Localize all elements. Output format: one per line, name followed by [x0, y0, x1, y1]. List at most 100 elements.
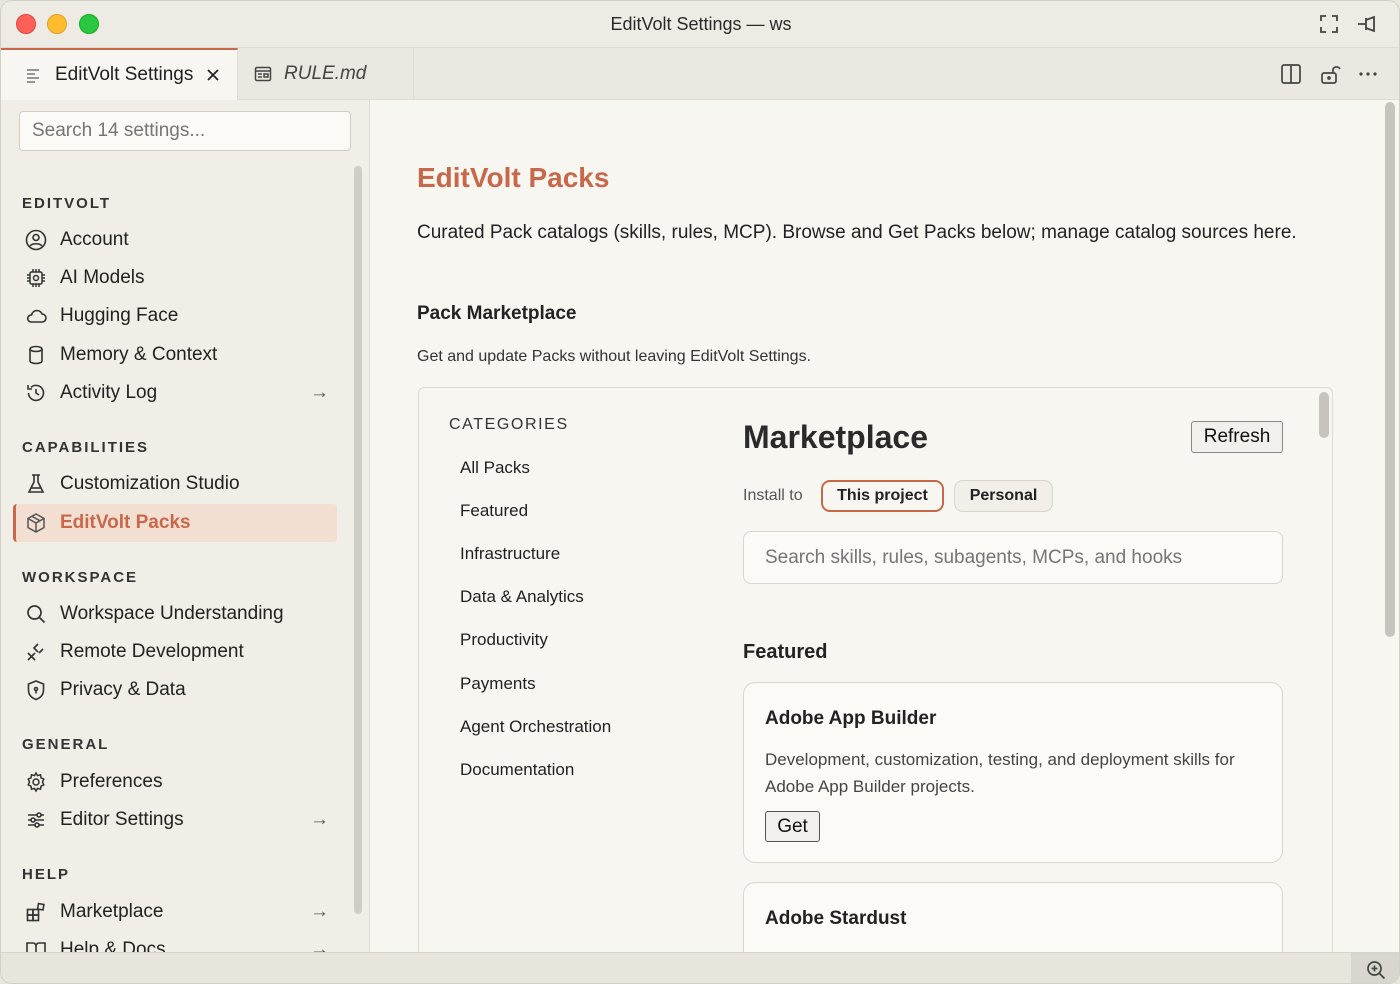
panel-scrollbar[interactable]: [1319, 392, 1329, 438]
close-icon[interactable]: [205, 67, 221, 83]
settings-sidebar: EDITVOLT Account AI Models Hugging Face …: [1, 100, 370, 952]
sidebar-item-label: Memory & Context: [60, 344, 218, 365]
section-description: Get and update Packs without leaving Edi…: [417, 348, 812, 365]
category-item[interactable]: Documentation: [460, 760, 574, 780]
section-heading-capabilities: CAPABILITIES: [22, 439, 150, 456]
sidebar-item-remote-development[interactable]: Remote Development: [13, 633, 337, 671]
install-to-label: Install to: [743, 487, 803, 504]
sidebar-item-label: Activity Log: [60, 382, 158, 403]
category-item[interactable]: Productivity: [460, 630, 548, 650]
sidebar-item-label: Preferences: [60, 771, 163, 792]
external-arrow-icon: →: [310, 901, 329, 922]
sidebar-item-memory[interactable]: Memory & Context: [13, 336, 337, 374]
pack-card: Adobe App Builder Development, customiza…: [743, 682, 1283, 863]
status-bar: [1, 952, 1399, 983]
install-this-project-button[interactable]: This project: [821, 480, 944, 512]
section-title: Pack Marketplace: [417, 303, 577, 324]
sidebar-item-label: Account: [60, 229, 129, 250]
sidebar-item-hugging-face[interactable]: Hugging Face: [13, 297, 337, 335]
chip-icon: [27, 269, 45, 287]
tab-editvolt-settings[interactable]: EditVolt Settings: [1, 48, 238, 100]
sidebar-item-label: EditVolt Packs: [60, 512, 191, 533]
pack-title: Adobe App Builder: [765, 708, 937, 729]
section-heading-help: HELP: [22, 866, 71, 883]
pack-description: Development, customization, testing, and…: [765, 750, 1235, 796]
sidebar-item-label: Customization Studio: [60, 473, 240, 494]
gear-icon: [27, 771, 45, 793]
tab-label: RULE.md: [284, 63, 367, 84]
page-title: EditVolt Packs: [417, 162, 610, 193]
sidebar-item-label: Privacy & Data: [60, 679, 186, 700]
sidebar-item-label: AI Models: [60, 267, 145, 288]
database-icon: [29, 345, 43, 365]
category-item[interactable]: Agent Orchestration: [460, 717, 611, 737]
sidebar-item-activity-log[interactable]: Activity Log →: [13, 374, 337, 412]
external-arrow-icon: →: [310, 939, 329, 952]
search-icon: [27, 605, 46, 624]
zoom-button[interactable]: [1351, 953, 1399, 983]
sidebar-scrollbar[interactable]: [354, 166, 362, 914]
tab-label: EditVolt Settings: [55, 64, 194, 85]
sidebar-item-label: Workspace Understanding: [60, 603, 284, 624]
sidebar-item-label: Remote Development: [60, 641, 244, 662]
featured-heading: Featured: [743, 641, 828, 663]
history-icon: [27, 384, 45, 402]
sidebar-item-label: Hugging Face: [60, 305, 179, 326]
category-item[interactable]: Data & Analytics: [460, 587, 584, 607]
main-content: EditVolt Packs Curated Pack catalogs (sk…: [371, 100, 1383, 952]
title-bar: EditVolt Settings — ws: [1, 1, 1399, 48]
refresh-button[interactable]: Refresh: [1191, 421, 1283, 453]
more-actions-icon[interactable]: [1356, 62, 1380, 86]
tab-bar: EditVolt Settings RULE.md: [1, 48, 1399, 100]
preview-icon: [254, 66, 272, 82]
sidebar-item-customization-studio[interactable]: Customization Studio: [13, 465, 337, 503]
sidebar-item-editor-settings[interactable]: Editor Settings →: [13, 801, 337, 839]
category-item[interactable]: All Packs: [460, 458, 530, 478]
pack-title: Adobe Stardust: [765, 908, 907, 929]
pin-icon[interactable]: [1356, 13, 1378, 35]
sidebar-item-privacy[interactable]: Privacy & Data: [13, 671, 337, 709]
sidebar-item-help-docs[interactable]: Help & Docs →: [13, 931, 337, 952]
categories-heading: CATEGORIES: [449, 416, 569, 433]
sidebar-item-ai-models[interactable]: AI Models: [13, 259, 337, 297]
get-pack-button[interactable]: Get: [765, 811, 820, 842]
split-editor-icon[interactable]: [1279, 62, 1303, 86]
fullscreen-icon[interactable]: [1318, 13, 1340, 35]
external-arrow-icon: →: [310, 809, 329, 830]
settings-lines-icon: [27, 69, 39, 83]
external-arrow-icon: →: [310, 382, 329, 403]
package-icon: [27, 513, 45, 533]
window-title: EditVolt Settings — ws: [610, 14, 792, 34]
account-icon: [25, 229, 47, 251]
settings-search-input[interactable]: [19, 111, 351, 151]
pack-card: Adobe Stardust: [743, 882, 1283, 952]
sidebar-item-workspace-understanding[interactable]: Workspace Understanding: [13, 595, 337, 633]
sidebar-item-preferences[interactable]: Preferences: [13, 763, 337, 801]
page-description: Curated Pack catalogs (skills, rules, MC…: [417, 222, 1297, 243]
marketplace-panel: CATEGORIES All Packs Featured Infrastruc…: [418, 387, 1333, 952]
sidebar-item-account[interactable]: Account: [13, 221, 337, 259]
section-heading-general: GENERAL: [22, 736, 110, 753]
book-icon: [26, 942, 46, 952]
cloud-icon: [26, 309, 47, 323]
install-personal-button[interactable]: Personal: [954, 480, 1053, 512]
sliders-icon: [28, 812, 44, 828]
extensions-icon: [26, 902, 45, 922]
category-item[interactable]: Infrastructure: [460, 544, 560, 564]
category-item[interactable]: Featured: [460, 501, 528, 521]
flask-icon: [27, 474, 45, 493]
main-scrollbar[interactable]: [1385, 102, 1395, 637]
marketplace-search-input[interactable]: [743, 531, 1283, 584]
section-heading-workspace: WORKSPACE: [22, 569, 139, 586]
section-heading-editvolt: EDITVOLT: [22, 195, 112, 212]
sidebar-item-editvolt-packs[interactable]: EditVolt Packs: [13, 504, 337, 542]
marketplace-title: Marketplace: [743, 419, 928, 455]
sidebar-item-marketplace[interactable]: Marketplace →: [13, 893, 337, 931]
sidebar-item-label: Editor Settings: [60, 809, 184, 830]
zoom-in-icon: [1367, 960, 1386, 979]
unlock-icon[interactable]: [1318, 62, 1342, 86]
tab-rule-md[interactable]: RULE.md: [238, 48, 414, 100]
sidebar-item-label: Help & Docs: [60, 939, 166, 952]
shield-icon: [27, 680, 45, 701]
category-item[interactable]: Payments: [460, 674, 536, 694]
